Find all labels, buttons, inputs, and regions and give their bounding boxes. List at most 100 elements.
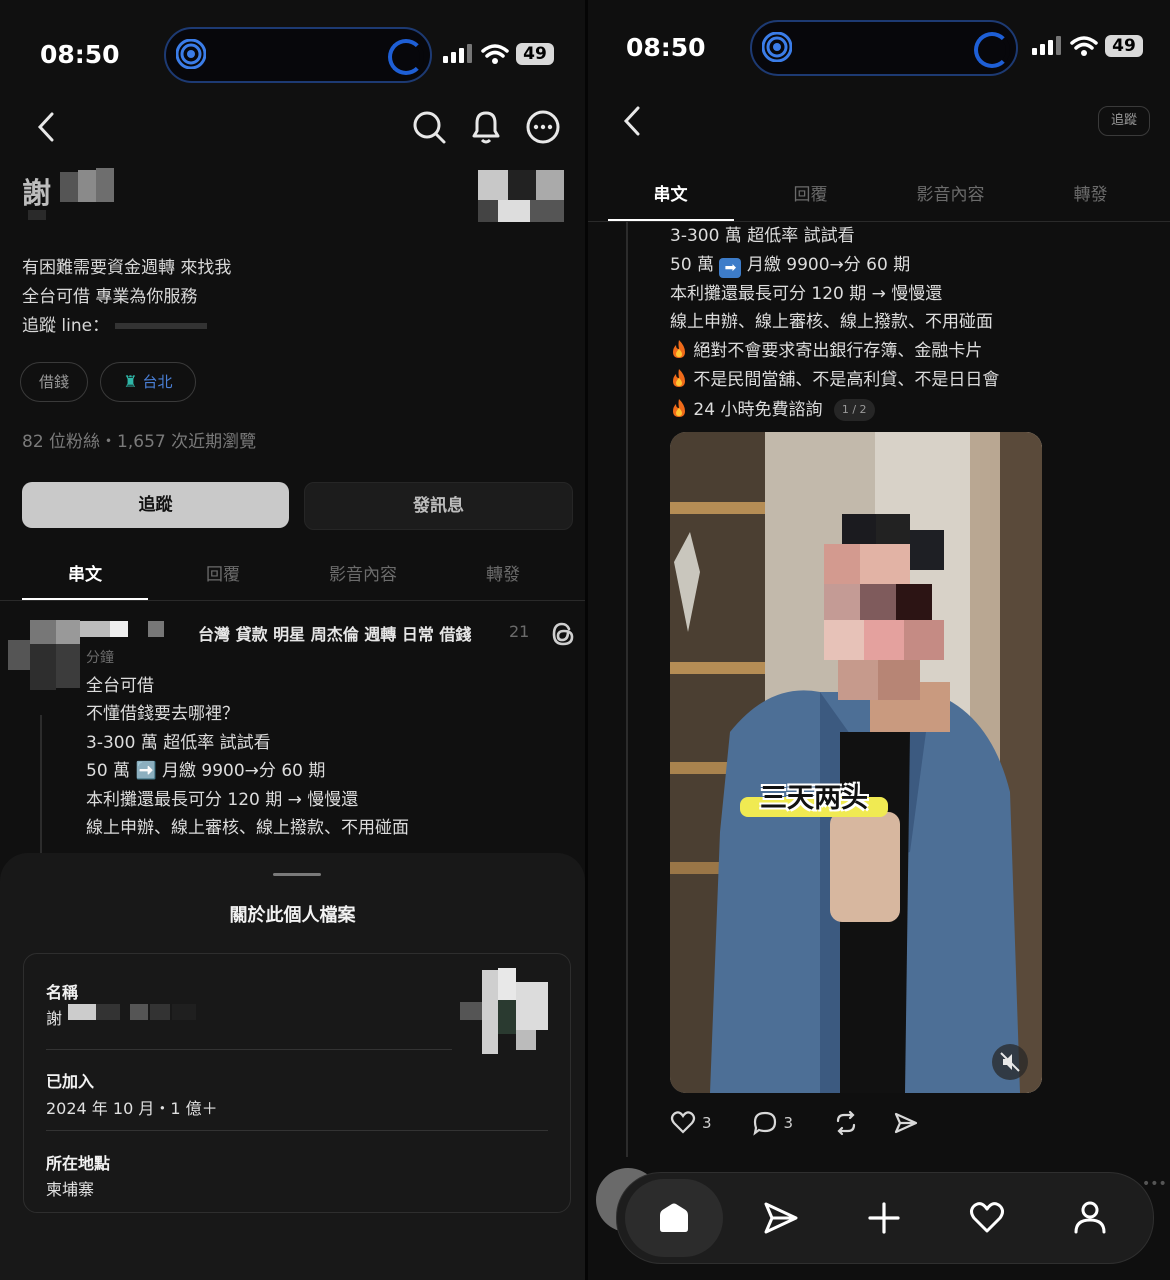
- more-icon[interactable]: •••: [1142, 1176, 1167, 1192]
- location-chip[interactable]: ♜ 台北: [100, 362, 196, 402]
- censored-name: [60, 168, 116, 204]
- heart-icon[interactable]: [969, 1201, 1005, 1235]
- post-line: 本利攤還最長可分 120 期 → 慢慢還: [86, 790, 359, 810]
- share-icon[interactable]: [893, 1110, 919, 1136]
- back-icon[interactable]: [620, 104, 646, 138]
- bottom-navigation: [616, 1172, 1154, 1264]
- censored-name-value: [68, 1004, 198, 1022]
- post-line: 50 萬 ➡ 月繳 9900→分 60 期: [670, 251, 910, 280]
- tag-chip[interactable]: 借錢: [20, 362, 88, 402]
- bio-line: 全台可借 專業為你服務: [22, 287, 198, 307]
- dynamic-island: [750, 20, 1018, 76]
- tab-media[interactable]: 影音內容: [888, 180, 1013, 205]
- post-line-part: 月繳 9900→分 60 期: [746, 255, 911, 275]
- tab-threads[interactable]: 串文: [608, 180, 733, 205]
- post-line: 3-300 萬 超低率 試試看: [670, 226, 855, 246]
- progress-ring-icon: [388, 39, 424, 75]
- thread-line: [40, 715, 42, 855]
- about-profile-sheet: 關於此個人檔案 名稱 謝 已加入 2024 年 10 月・1 億＋ 所在地點 柬…: [0, 853, 585, 1280]
- censored-line-id: [115, 323, 208, 329]
- right-arrow-emoji-icon: ➡: [719, 258, 742, 278]
- follow-small-button[interactable]: 追蹤: [1098, 106, 1150, 136]
- thread-line: [626, 222, 628, 1157]
- post-line: 全台可借: [86, 676, 154, 696]
- sheet-avatar: [460, 968, 550, 1054]
- status-time: 08:50: [626, 33, 706, 62]
- about-card: 名稱 謝 已加入 2024 年 10 月・1 億＋ 所在地點 柬埔寨: [23, 953, 571, 1213]
- joined-value: 2024 年 10 月・1 億＋: [46, 1099, 218, 1118]
- tab-threads[interactable]: 串文: [18, 560, 152, 585]
- bio-line: 追蹤 line：: [22, 312, 231, 341]
- message-button[interactable]: 發訊息: [304, 482, 573, 530]
- post-line-part: 不是民間當舖、不是高利貸、不是日日會: [693, 370, 1000, 390]
- progress-ring-icon: [974, 32, 1010, 68]
- repost-icon[interactable]: [833, 1110, 859, 1136]
- plus-icon[interactable]: [867, 1201, 901, 1235]
- post-avatar[interactable]: [8, 620, 80, 690]
- post-time: 21: [509, 622, 530, 641]
- wifi-icon: [1070, 36, 1098, 56]
- post-line: 不是民間當舖、不是高利貸、不是日日會: [670, 366, 999, 395]
- bell-icon[interactable]: [468, 108, 504, 146]
- post-line-part: 24 小時免費諮詢: [693, 400, 823, 420]
- post-actions: 3 3: [670, 1110, 919, 1136]
- post-topic[interactable]: 台灣 貸款 明星 周杰倫 週轉 日常 借錢: [198, 621, 471, 645]
- tab-replies[interactable]: 回覆: [733, 180, 888, 205]
- location-label: 所在地點: [46, 1154, 111, 1173]
- status-time: 08:50: [40, 40, 120, 69]
- post-line: 線上申辦、線上審核、線上撥款、不用碰面: [86, 818, 409, 838]
- comment-count: 3: [783, 1114, 794, 1132]
- dynamic-island: [164, 27, 432, 83]
- person-icon[interactable]: [1073, 1199, 1107, 1235]
- fire-emoji-icon: [673, 340, 685, 358]
- tab-media[interactable]: 影音內容: [294, 560, 432, 585]
- video-caption: 三天两头: [760, 783, 868, 814]
- profile-bio: 有困難需要資金週轉 來找我 全台可借 專業為你服務 追蹤 line：: [22, 254, 231, 341]
- post-time-unit: 分鐘: [86, 650, 114, 666]
- profile-name: 謝: [22, 176, 52, 210]
- battery-indicator: 49: [516, 43, 554, 65]
- signal-icon: [443, 44, 472, 63]
- send-icon[interactable]: [763, 1201, 799, 1235]
- profile-avatar[interactable]: [478, 170, 564, 222]
- tab-reposts[interactable]: 轉發: [432, 560, 574, 585]
- tab-reposts[interactable]: 轉發: [1013, 180, 1168, 205]
- wifi-icon: [481, 44, 509, 64]
- post-line: 24 小時免費諮詢 1 / 2: [670, 396, 875, 425]
- threads-icon[interactable]: [550, 620, 576, 648]
- profile-tabs: 串文 回覆 影音內容 轉發: [608, 180, 1168, 205]
- post-line: 線上申辦、線上審核、線上撥款、不用碰面: [670, 312, 993, 332]
- tab-replies[interactable]: 回覆: [152, 560, 294, 585]
- post-line: 絕對不會要求寄出銀行存簿、金融卡片: [670, 337, 982, 366]
- page-indicator: 1 / 2: [833, 399, 875, 421]
- post-line: 50 萬 ➡️ 月繳 9900→分 60 期: [86, 761, 326, 781]
- heart-icon[interactable]: [670, 1110, 696, 1136]
- comment-icon[interactable]: [752, 1110, 778, 1136]
- fire-emoji-icon: [673, 369, 685, 387]
- card-divider: [46, 1049, 452, 1050]
- profile-tabs: 串文 回覆 影音內容 轉發: [18, 560, 578, 585]
- fire-emoji-icon: [673, 399, 685, 417]
- post-line-part: 50 萬: [670, 255, 715, 275]
- back-icon[interactable]: [34, 110, 60, 144]
- airdrop-icon: [176, 39, 206, 69]
- search-icon[interactable]: [410, 108, 448, 146]
- airdrop-icon: [762, 32, 792, 62]
- joined-label: 已加入: [46, 1072, 95, 1091]
- post-line-part: 絕對不會要求寄出銀行存簿、金融卡片: [693, 341, 983, 361]
- mute-icon: [1000, 1052, 1020, 1072]
- tab-divider: [0, 600, 585, 601]
- nav-home-button[interactable]: [625, 1179, 723, 1257]
- more-icon[interactable]: [524, 108, 562, 146]
- sheet-handle[interactable]: [273, 873, 321, 876]
- post-video[interactable]: 三天两头: [670, 432, 1042, 1093]
- post-line: 不懂借錢要去哪裡？: [86, 704, 239, 724]
- profile-stats: 82 位粉絲・1,657 次近期瀏覽: [22, 432, 257, 452]
- censored-face: [824, 514, 948, 710]
- bio-line: 有困難需要資金週轉 來找我: [22, 258, 232, 278]
- location-value: 柬埔寨: [46, 1180, 95, 1199]
- card-divider: [46, 1130, 548, 1131]
- mute-button[interactable]: [992, 1044, 1028, 1080]
- follow-button[interactable]: 追蹤: [22, 482, 289, 528]
- censored-username: [80, 621, 166, 639]
